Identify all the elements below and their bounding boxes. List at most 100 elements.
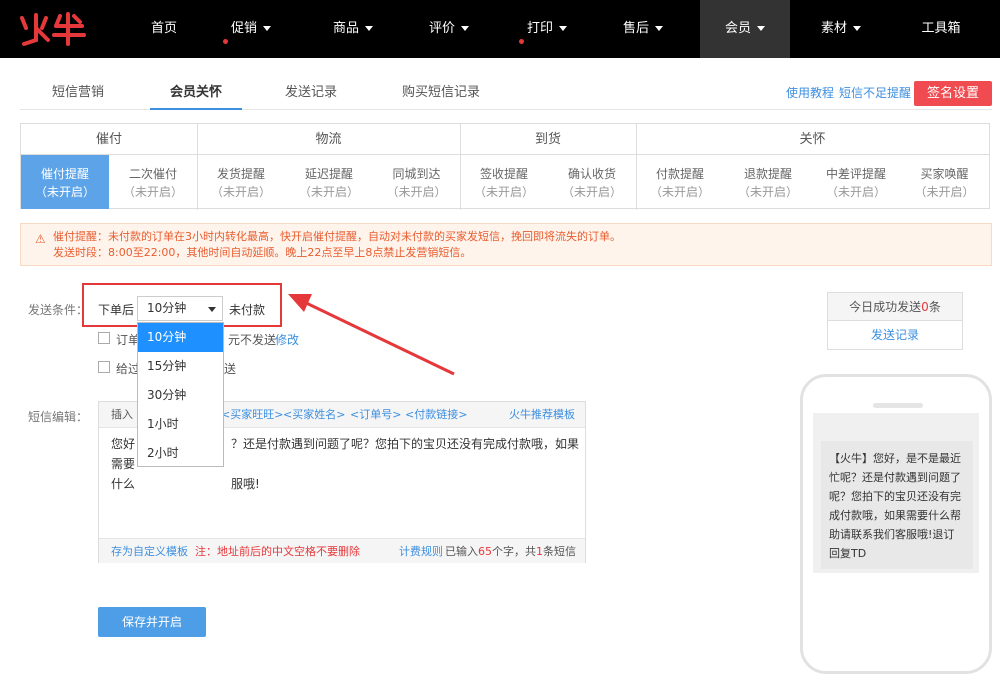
chevron-down-icon bbox=[263, 26, 271, 31]
nav-item[interactable]: 打印 bbox=[500, 0, 594, 58]
group-header-logistics: 物流 bbox=[197, 124, 460, 155]
var-pay-link[interactable]: <付款链接> bbox=[405, 402, 467, 428]
sms-footer: 存为自定义模板 注：地址前后的中文空格不要删除 计费规则 已输入65个字，共1条… bbox=[99, 538, 585, 563]
sms-text: 服哦! bbox=[231, 477, 260, 491]
order-amount-suffix: 元不发送 bbox=[228, 333, 277, 347]
cell-title: 延迟提醒 bbox=[304, 167, 353, 181]
cell-status: （未开启） bbox=[298, 185, 359, 199]
cell-status: （未开启） bbox=[825, 185, 886, 199]
sms-edit-label: 短信编辑： bbox=[28, 410, 89, 424]
unpaid-label: 未付款 bbox=[229, 303, 266, 317]
sms-preview-bubble: 【火牛】您好，是不是最近忙呢？还是付款遇到问题了呢？您拍下的宝贝还没有完成付款哦… bbox=[821, 441, 973, 569]
var-buyer-name[interactable]: <买家姓名> bbox=[283, 402, 345, 428]
cell-sign-reminder[interactable]: 签收提醒 （未开启） bbox=[460, 155, 548, 209]
info-alert: ⚠ 催付提醒：未付款的订单在3小时内转化最高，快开启催付提醒，自动对未付款的买家… bbox=[20, 223, 992, 266]
tab-member-care[interactable]: 会员关怀 bbox=[150, 80, 243, 110]
cell-second-dunning[interactable]: 二次催付 （未开启） bbox=[109, 155, 197, 209]
nav-item-label: 首页 bbox=[150, 21, 177, 36]
cell-negative-review-reminder[interactable]: 中差评提醒 （未开启） bbox=[812, 155, 900, 209]
send-condition-label: 发送条件： bbox=[28, 303, 89, 317]
cell-status: （未开启） bbox=[34, 185, 95, 199]
nav-item[interactable]: 评价 bbox=[402, 0, 496, 58]
modify-link[interactable]: 修改 bbox=[275, 331, 299, 348]
alert-line-2: 发送时段：8:00至22:00，其他时间自动延顺。晚上22点至早上8点禁止发营销… bbox=[53, 246, 472, 259]
cell-shipping-reminder[interactable]: 发货提醒 （未开启） bbox=[197, 155, 285, 209]
nav-item[interactable]: 会员 bbox=[700, 0, 790, 58]
recommend-template-link[interactable]: 火牛推荐模板 bbox=[509, 402, 575, 428]
phone-speaker bbox=[873, 403, 923, 408]
nav-item[interactable]: 首页 bbox=[118, 0, 210, 58]
nav-item[interactable]: 售后 bbox=[596, 0, 690, 58]
cell-dunning-reminder[interactable]: 催付提醒 （未开启） bbox=[21, 155, 109, 209]
delay-select[interactable]: 10分钟 bbox=[137, 296, 223, 321]
cell-refund-reminder[interactable]: 退款提醒 （未开启） bbox=[724, 155, 812, 209]
delay-option[interactable]: 30分钟 bbox=[138, 381, 223, 410]
group-header-dunning: 催付 bbox=[21, 124, 197, 155]
cell-status: （未开启） bbox=[649, 185, 710, 199]
nav-item[interactable]: 素材 bbox=[794, 0, 888, 58]
cell-status: （未开启） bbox=[122, 185, 183, 199]
cell-title: 退款提醒 bbox=[743, 167, 792, 181]
nav-item[interactable]: 商品 bbox=[306, 0, 400, 58]
cell-status: （未开启） bbox=[210, 185, 271, 199]
nav-item-label: 评价 bbox=[428, 21, 455, 36]
warning-icon: ⚠ bbox=[35, 232, 46, 246]
nav-item[interactable]: 促销 bbox=[204, 0, 298, 58]
chevron-down-icon bbox=[208, 307, 216, 312]
cell-confirm-receipt[interactable]: 确认收货 （未开启） bbox=[548, 155, 636, 209]
low-balance-link[interactable]: 短信不足提醒 bbox=[839, 84, 911, 101]
save-and-enable-button[interactable]: 保存并开启 bbox=[98, 607, 206, 637]
chevron-down-icon bbox=[853, 26, 861, 31]
space-note: 注：地址前后的中文空格不要删除 bbox=[195, 545, 360, 558]
delay-option[interactable]: 2小时 bbox=[138, 439, 223, 468]
chevron-down-icon bbox=[655, 26, 663, 31]
nav-item-label: 素材 bbox=[820, 21, 847, 36]
sign-settings-button[interactable]: 签名设置 bbox=[914, 81, 992, 106]
cell-status: （未开启） bbox=[386, 185, 447, 199]
order-after-label: 下单后 bbox=[98, 303, 135, 317]
care-category-grid: 催付 物流 到货 关怀 催付提醒 （未开启） 二次催付 （未开启） 发货提醒 （未开启… bbox=[20, 123, 990, 210]
phone-preview: 【火牛】您好，是不是最近忙呢？还是付款遇到问题了呢？您拍下的宝贝还没有完成付款哦… bbox=[800, 374, 992, 674]
order-amount-checkbox[interactable] bbox=[98, 332, 110, 344]
alert-line-1: 催付提醒：未付款的订单在3小时内转化最高，快开启催付提醒，自动对未付款的买家发短… bbox=[53, 230, 621, 243]
cell-title: 发货提醒 bbox=[216, 167, 265, 181]
cell-title: 二次催付 bbox=[128, 167, 177, 181]
cell-buyer-wakeup[interactable]: 买家唤醒 （未开启） bbox=[900, 155, 989, 209]
tab-purchase-records[interactable]: 购买短信记录 bbox=[402, 80, 480, 110]
sms-text: 您好 bbox=[111, 437, 136, 451]
cell-title: 签收提醒 bbox=[479, 167, 528, 181]
nav-item-label: 促销 bbox=[230, 21, 257, 36]
delay-option[interactable]: 1小时 bbox=[138, 410, 223, 439]
cell-delay-reminder[interactable]: 延迟提醒 （未开启） bbox=[285, 155, 373, 209]
top-navbar: 首页 促销 商品 评价 打印 售后 会员 素材 工具箱 bbox=[0, 0, 1000, 58]
cell-title: 同城到达 bbox=[392, 167, 441, 181]
huoniu-logo-icon[interactable] bbox=[16, 10, 88, 48]
delay-select-value: 10分钟 bbox=[147, 301, 187, 315]
var-order-no[interactable]: <订单号> bbox=[350, 402, 401, 428]
cell-title: 中差评提醒 bbox=[825, 167, 886, 181]
cell-payment-reminder[interactable]: 付款提醒 （未开启） bbox=[636, 155, 724, 209]
notification-dot-icon bbox=[222, 39, 228, 44]
given-checkbox[interactable] bbox=[98, 361, 110, 373]
group-header-arrival: 到货 bbox=[460, 124, 636, 155]
save-custom-template-link[interactable]: 存为自定义模板 bbox=[111, 539, 188, 564]
notification-dot-icon bbox=[518, 39, 524, 44]
cell-same-city-arrival[interactable]: 同城到达 （未开启） bbox=[373, 155, 460, 209]
tutorial-link[interactable]: 使用教程 bbox=[786, 84, 834, 101]
given-suffix: 送 bbox=[224, 362, 237, 376]
cell-status: （未开启） bbox=[914, 185, 975, 199]
cell-title: 付款提醒 bbox=[655, 167, 704, 181]
tab-sms-marketing[interactable]: 短信营销 bbox=[52, 80, 104, 110]
group-header-care: 关怀 bbox=[636, 124, 989, 155]
nav-item[interactable]: 工具箱 bbox=[896, 0, 986, 58]
delay-option[interactable]: 10分钟 bbox=[138, 323, 223, 352]
cell-title: 催付提醒 bbox=[40, 167, 89, 181]
billing-rules-link[interactable]: 计费规则 bbox=[399, 539, 443, 564]
tab-send-records[interactable]: 发送记录 bbox=[285, 80, 337, 110]
delay-option[interactable]: 15分钟 bbox=[138, 352, 223, 381]
chevron-down-icon bbox=[757, 26, 765, 31]
char-count: 已输入65个字，共1条短信 bbox=[445, 545, 576, 558]
nav-item-label: 售后 bbox=[622, 21, 649, 36]
send-records-link[interactable]: 发送记录 bbox=[828, 321, 962, 349]
var-buyer-wangwang[interactable]: <买家旺旺> bbox=[221, 402, 283, 428]
